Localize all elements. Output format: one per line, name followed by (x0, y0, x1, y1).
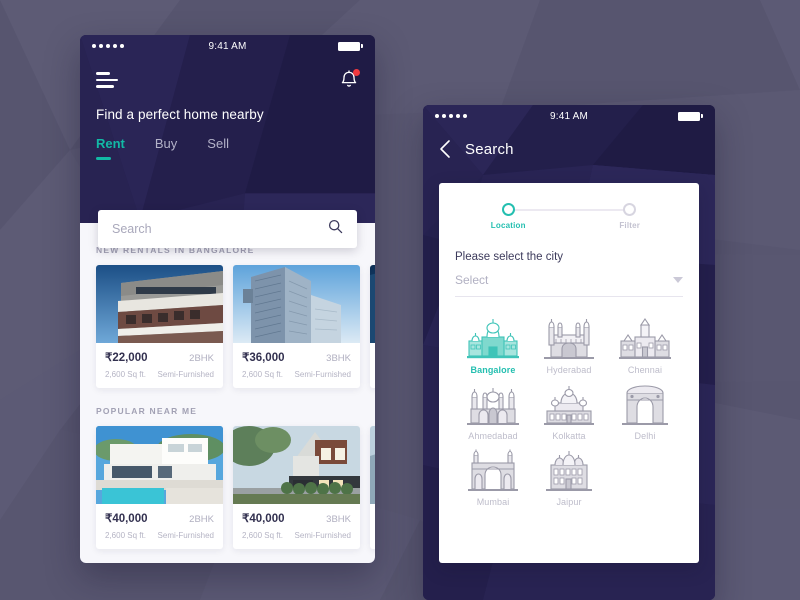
property-image (370, 265, 375, 343)
property-image (370, 426, 375, 504)
chevron-left-icon[interactable] (439, 139, 451, 159)
property-furnishing: Semi-Furnished (157, 531, 214, 540)
property-details: ₹22,000 2BHK 2,600 Sq ft. Semi-Furnished (96, 343, 223, 388)
hawa-mahal-icon (546, 447, 592, 491)
vidhana-soudha-icon (467, 315, 519, 359)
city-label: Bangalore (470, 365, 516, 375)
city-field-label: Please select the city (455, 251, 564, 263)
property-image (96, 265, 223, 343)
city-grid: Bangalore Hyderabad Chennai Ahmedabad Ko… (455, 315, 683, 507)
stepper-dot-icon (623, 203, 637, 216)
city-option-hyderabad[interactable]: Hyderabad (531, 315, 607, 375)
property-card[interactable]: ₹40,000 2BHK 2,600 Sq ft. Semi-Furnished (96, 426, 223, 549)
property-details: ₹40,000 3BHK 2,600 Sq ft. Semi-Furnished (233, 504, 360, 549)
charminar-icon (544, 315, 594, 359)
home-header: Find a perfect home nearby Rent Buy Sell (80, 57, 375, 160)
status-bar-search: 9:41 AM (423, 105, 715, 127)
stepper-step-filter[interactable]: Filter (595, 203, 665, 230)
category-tabs: Rent Buy Sell (96, 136, 359, 160)
property-price: ₹22,000 (105, 352, 148, 364)
status-time: 9:41 AM (549, 110, 589, 122)
progress-stepper: Location Filter (477, 203, 661, 237)
property-card[interactable]: ₹40,000 3BHK 2,600 Sq ft. Semi-Furnished (233, 426, 360, 549)
city-select[interactable]: Select (455, 273, 683, 297)
home-content-sheet: NEW RENTALS IN BANGALORE ₹22,000 2BHK 2,… (80, 223, 375, 563)
property-details: ₹40,000 2BHK 2,600 Sq ft. Semi-Furnished (96, 504, 223, 549)
status-bar-home: 9:41 AM (80, 35, 375, 57)
tab-sell[interactable]: Sell (207, 136, 229, 160)
tab-buy[interactable]: Buy (155, 136, 177, 160)
city-option-bangalore[interactable]: Bangalore (455, 315, 531, 375)
property-area: 2,600 Sq ft. (242, 370, 283, 379)
property-bhk: 2BHK (189, 514, 214, 525)
phone-home: 9:41 AM Find a perfect home nearby Rent … (80, 35, 375, 563)
victoria-memorial-icon (544, 381, 594, 425)
stepper-label: Filter (619, 221, 641, 230)
search-screen: 9:41 AM Search Location Filter Please se… (423, 105, 715, 600)
stepper-label: Location (490, 221, 526, 230)
city-label: Jaipur (556, 497, 582, 507)
status-time: 9:41 AM (208, 40, 247, 52)
jama-masjid-icon (467, 381, 519, 425)
property-area: 2,600 Sq ft. (242, 531, 283, 540)
chennai-central-icon (619, 315, 671, 359)
gateway-of-india-icon (468, 447, 518, 491)
property-bhk: 3BHK (326, 353, 351, 364)
city-label: Kolkatta (552, 431, 586, 441)
city-option-kolkatta[interactable]: Kolkatta (531, 381, 607, 441)
section-title-popular: POPULAR NEAR ME (96, 406, 198, 416)
bell-icon[interactable] (339, 69, 360, 91)
property-details: ₹2 2,6 (370, 343, 375, 388)
hamburger-icon[interactable] (96, 72, 118, 88)
page-title: Find a perfect home nearby (96, 107, 264, 122)
home-screen: 9:41 AM Find a perfect home nearby Rent … (80, 35, 375, 563)
property-bhk: 3BHK (326, 514, 351, 525)
city-select-value: Select (455, 273, 489, 287)
property-image (233, 426, 360, 504)
search-bar[interactable] (98, 210, 357, 248)
city-option-delhi[interactable]: Delhi (607, 381, 683, 441)
india-gate-icon (622, 381, 668, 425)
property-furnishing: Semi-Furnished (294, 531, 351, 540)
city-option-ahmedabad[interactable]: Ahmedabad (455, 381, 531, 441)
property-bhk: 2BHK (189, 353, 214, 364)
property-card[interactable]: ₹2 2,6 (370, 426, 375, 549)
city-option-mumbai[interactable]: Mumbai (455, 447, 531, 507)
property-card[interactable]: ₹2 2,6 (370, 265, 375, 388)
tab-rent[interactable]: Rent (96, 136, 125, 160)
city-label: Mumbai (476, 497, 510, 507)
property-furnishing: Semi-Furnished (157, 370, 214, 379)
phone-search: 9:41 AM Search Location Filter Please se… (423, 105, 715, 600)
search-page-title: Search (465, 140, 514, 158)
property-area: 2,600 Sq ft. (105, 370, 146, 379)
card-row-new-rentals: ₹22,000 2BHK 2,600 Sq ft. Semi-Furnished (80, 265, 375, 388)
property-image (233, 265, 360, 343)
property-price: ₹36,000 (242, 352, 285, 364)
property-details: ₹2 2,6 (370, 504, 375, 549)
chevron-down-icon[interactable] (673, 277, 683, 283)
stepper-dot-icon (501, 203, 515, 216)
property-furnishing: Semi-Furnished (294, 370, 351, 379)
city-label: Ahmedabad (468, 431, 518, 441)
city-label: Chennai (627, 365, 663, 375)
city-label: Hyderabad (546, 365, 592, 375)
property-image (96, 426, 223, 504)
search-input[interactable] (112, 222, 328, 236)
property-card[interactable]: ₹36,000 3BHK 2,600 Sq ft. Semi-Furnished (233, 265, 360, 388)
stepper-step-location[interactable]: Location (473, 203, 543, 230)
search-header: Search (423, 127, 715, 171)
property-details: ₹36,000 3BHK 2,600 Sq ft. Semi-Furnished (233, 343, 360, 388)
property-price: ₹40,000 (105, 513, 148, 525)
property-card[interactable]: ₹22,000 2BHK 2,600 Sq ft. Semi-Furnished (96, 265, 223, 388)
location-selection-card: Location Filter Please select the city S… (439, 183, 699, 563)
notification-badge (353, 69, 360, 76)
city-option-jaipur[interactable]: Jaipur (531, 447, 607, 507)
search-icon[interactable] (328, 219, 343, 239)
property-area: 2,600 Sq ft. (105, 531, 146, 540)
card-row-popular: ₹40,000 2BHK 2,600 Sq ft. Semi-Furnished (80, 426, 375, 549)
property-price: ₹40,000 (242, 513, 285, 525)
city-label: Delhi (634, 431, 656, 441)
city-option-chennai[interactable]: Chennai (607, 315, 683, 375)
